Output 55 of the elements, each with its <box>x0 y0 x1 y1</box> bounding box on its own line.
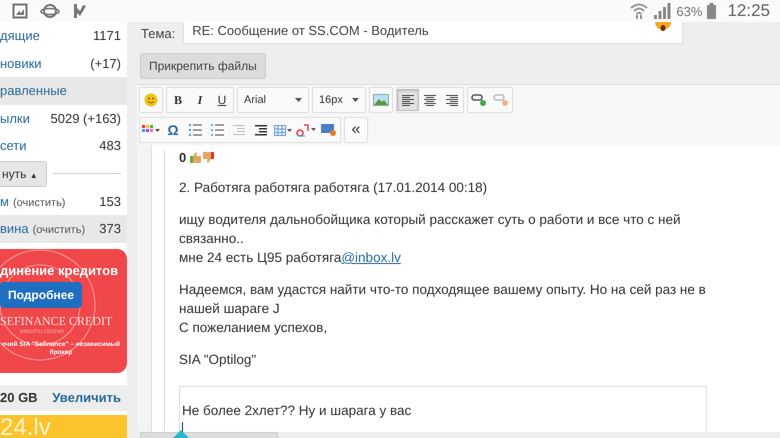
smiley-icon <box>144 93 158 107</box>
outdent-icon <box>233 124 245 136</box>
battery-percent: 63% <box>676 4 702 18</box>
link-remove-icon <box>493 94 509 106</box>
thumbs-down-icon[interactable] <box>203 152 214 163</box>
color-grid-icon <box>142 125 160 135</box>
align-icon <box>402 94 414 106</box>
folder-item[interactable]: равленные <box>0 77 127 104</box>
media-icon <box>321 124 337 136</box>
numbered-list-icon <box>188 124 202 136</box>
letters-arrow-icon <box>296 124 316 136</box>
more-button[interactable]: Подробнее <box>0 282 82 308</box>
rating-count: 0 <box>179 150 186 165</box>
image-icon <box>12 3 28 19</box>
caret-icon <box>352 98 359 102</box>
underline-button[interactable]: U <box>211 89 233 111</box>
reply-text: Надеемся, вам удастся найти что-то подходящее вашему опыту. Но на сей раз не в нашей шараге J С пожеланием успехов, <box>179 281 707 337</box>
email-link[interactable]: @inbox.lv <box>341 250 401 265</box>
clock-time: 12:25 <box>727 1 770 21</box>
battery-icon <box>707 3 716 19</box>
attach-files-button[interactable]: Прикрепить файлы <box>140 53 266 79</box>
collapse-button[interactable]: нуть ▲ <box>0 160 47 186</box>
banner-logo-text: 24.lv <box>0 414 51 438</box>
collapse-toolbar-button[interactable]: « <box>345 119 367 141</box>
image-icon <box>373 94 389 106</box>
planet-icon <box>40 3 60 19</box>
flag-check-icon <box>72 3 88 19</box>
bold-button[interactable]: B <box>167 89 189 111</box>
link-add-icon <box>471 94 487 106</box>
storage-size: 20 GB <box>0 390 38 405</box>
ad-headline: динение кредитов <box>0 262 118 278</box>
align-icon <box>446 94 458 106</box>
align-icon <box>424 94 436 106</box>
caret-icon <box>295 98 302 102</box>
size-dropdown[interactable]: 16px <box>313 89 365 111</box>
folder-item[interactable]: вина (очистить) 373 <box>0 215 127 242</box>
italic-button[interactable]: I <box>189 89 211 111</box>
increase-link[interactable]: Увеличить <box>52 390 121 405</box>
message-body: ищу водителя дальнобойщика который расскажет суть о работи и все что с ней связанно.. мне 24 есть Ц95 работяга@inbox.lv <box>179 211 682 267</box>
subject-field[interactable]: RE: Сообщение от SS.COM - Водитель <box>183 22 684 44</box>
table-icon <box>274 124 292 136</box>
subject-label: Тема: <box>141 26 176 41</box>
bullet-list-icon <box>210 124 224 136</box>
signal-icon <box>653 3 672 19</box>
brand-name: SEFINANCE CREDIT <box>0 314 112 328</box>
font-dropdown[interactable]: Arial <box>238 89 308 111</box>
draft-text: Не более 2хлет?? Ну и шарага у вас <box>182 403 412 418</box>
indent-icon <box>255 124 267 136</box>
text-handle-icon[interactable] <box>173 430 189 438</box>
message-heading: 2. Работяга работяга работяга (17.01.2014 00:18) <box>179 179 488 197</box>
signature-text: SIA "Optilog" <box>179 351 258 369</box>
wifi-icon <box>630 2 648 20</box>
thumbs-up-icon[interactable] <box>190 152 202 163</box>
align-button[interactable] <box>397 89 419 111</box>
special-character-button[interactable]: Ω <box>162 119 184 141</box>
